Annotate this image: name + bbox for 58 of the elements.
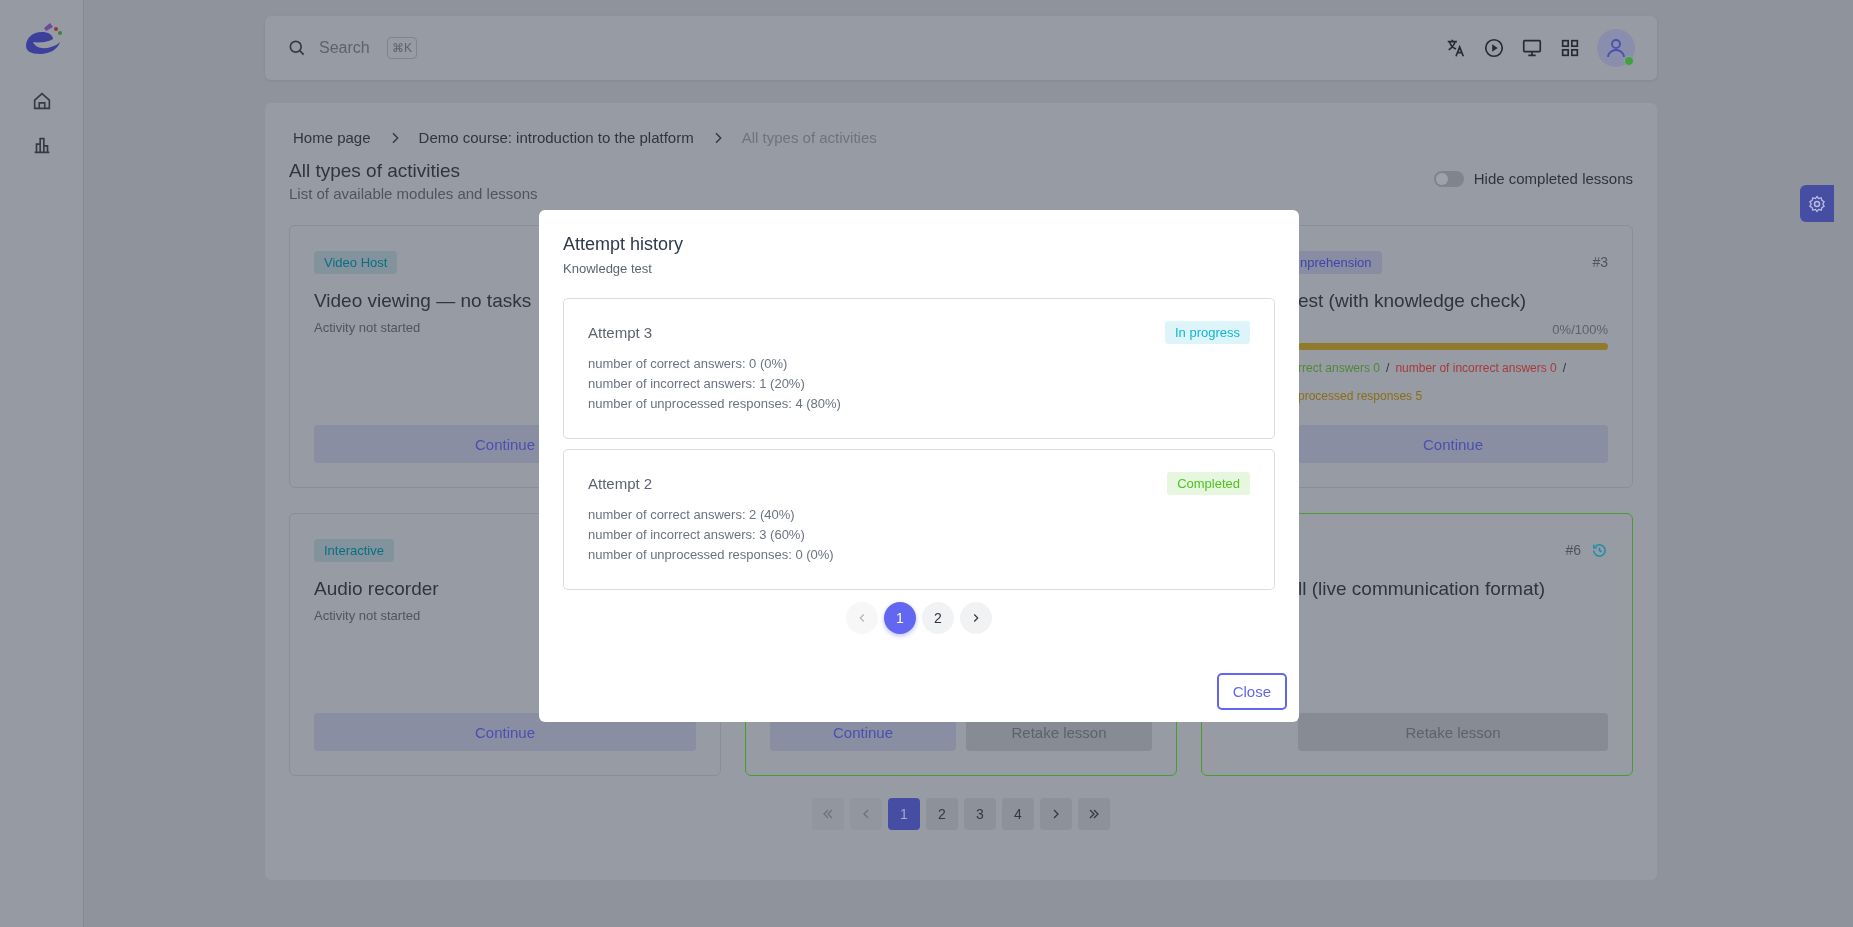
page-button[interactable]: 3 bbox=[964, 798, 996, 830]
status-tag: In progress bbox=[1164, 321, 1250, 344]
page-button[interactable]: 4 bbox=[1002, 798, 1034, 830]
user-icon bbox=[1604, 36, 1628, 60]
activity-type-tag: nprehension bbox=[1298, 250, 1382, 274]
attempt-stat: number of unprocessed responses: 4 (80%) bbox=[588, 395, 842, 413]
play-icon[interactable] bbox=[1483, 37, 1505, 59]
attempt-stat: number of incorrect answers: 3 (60%) bbox=[588, 526, 806, 544]
breadcrumb-link[interactable]: Demo course: introduction to the platform bbox=[418, 129, 694, 146]
answer-stat: rrect answers 0 bbox=[1298, 360, 1381, 377]
toggle-label: Hide completed lessons bbox=[1473, 170, 1633, 187]
page-title: All types of activities bbox=[289, 160, 462, 182]
separator-slash: / bbox=[1386, 360, 1390, 377]
toggle-switch[interactable] bbox=[1433, 170, 1464, 187]
answer-stat: number of incorrect answers 0 bbox=[1395, 360, 1557, 377]
activity-title: ll (live communication format) bbox=[1298, 578, 1546, 600]
attempt-stat: number of unprocessed responses: 0 (0%) bbox=[588, 546, 835, 564]
search-icon bbox=[287, 38, 307, 58]
history-icon[interactable] bbox=[1591, 541, 1608, 559]
attempt-stat: number of correct answers: 2 (40%) bbox=[588, 506, 796, 524]
close-button[interactable]: Close bbox=[1216, 673, 1287, 710]
status-tag: Completed bbox=[1167, 472, 1250, 495]
activity-number: #6 bbox=[1565, 542, 1581, 558]
activity-title: Audio recorder bbox=[314, 578, 439, 600]
continue-button[interactable]: Continue bbox=[1298, 425, 1608, 463]
monitor-icon[interactable] bbox=[1521, 37, 1543, 59]
dialog-subtitle: Knowledge test bbox=[563, 261, 653, 276]
page-subtitle: List of available modules and lessons bbox=[289, 185, 538, 202]
activity-status: Activity not started bbox=[314, 320, 421, 335]
attempt-title: Attempt 2 bbox=[588, 475, 653, 492]
dialog-title: Attempt history bbox=[563, 234, 685, 255]
settings-icon bbox=[1807, 193, 1827, 214]
grid-icon[interactable] bbox=[1559, 37, 1581, 59]
activity-status: Activity not started bbox=[314, 608, 421, 623]
progress-label: 0%/100% bbox=[1551, 322, 1608, 337]
activity-title: est (with knowledge check) bbox=[1298, 290, 1527, 312]
settings-button[interactable] bbox=[1800, 185, 1834, 222]
separator-slash: / bbox=[1562, 360, 1567, 377]
shortcut-hint: ⌘K bbox=[387, 37, 417, 59]
activity-number: #3 bbox=[1592, 254, 1608, 270]
attempt-stat: number of correct answers: 0 (0%) bbox=[588, 355, 789, 373]
page-button[interactable]: 2 bbox=[922, 602, 954, 634]
page-button[interactable]: 1 bbox=[888, 798, 920, 830]
avatar[interactable] bbox=[1597, 29, 1635, 67]
search-field[interactable]: Search bbox=[317, 38, 377, 58]
translate-icon[interactable] bbox=[1445, 37, 1467, 59]
next-page-button[interactable] bbox=[960, 602, 992, 634]
attempt-title: Attempt 3 bbox=[588, 324, 653, 341]
last-page-button[interactable] bbox=[1078, 798, 1110, 830]
next-page-button[interactable] bbox=[1040, 798, 1072, 830]
activity-type-tag: Interactive bbox=[314, 538, 394, 562]
activity-title: Video viewing — no tasks bbox=[314, 290, 532, 312]
attempt-stat: number of incorrect answers: 1 (20%) bbox=[588, 375, 806, 393]
activity-type-tag: Video Host bbox=[314, 250, 398, 274]
breadcrumb-link[interactable]: Home page bbox=[293, 129, 371, 146]
page-button[interactable]: 2 bbox=[926, 798, 958, 830]
answer-stat: processed responses 5 bbox=[1298, 388, 1423, 405]
page-button[interactable]: 1 bbox=[884, 602, 916, 634]
